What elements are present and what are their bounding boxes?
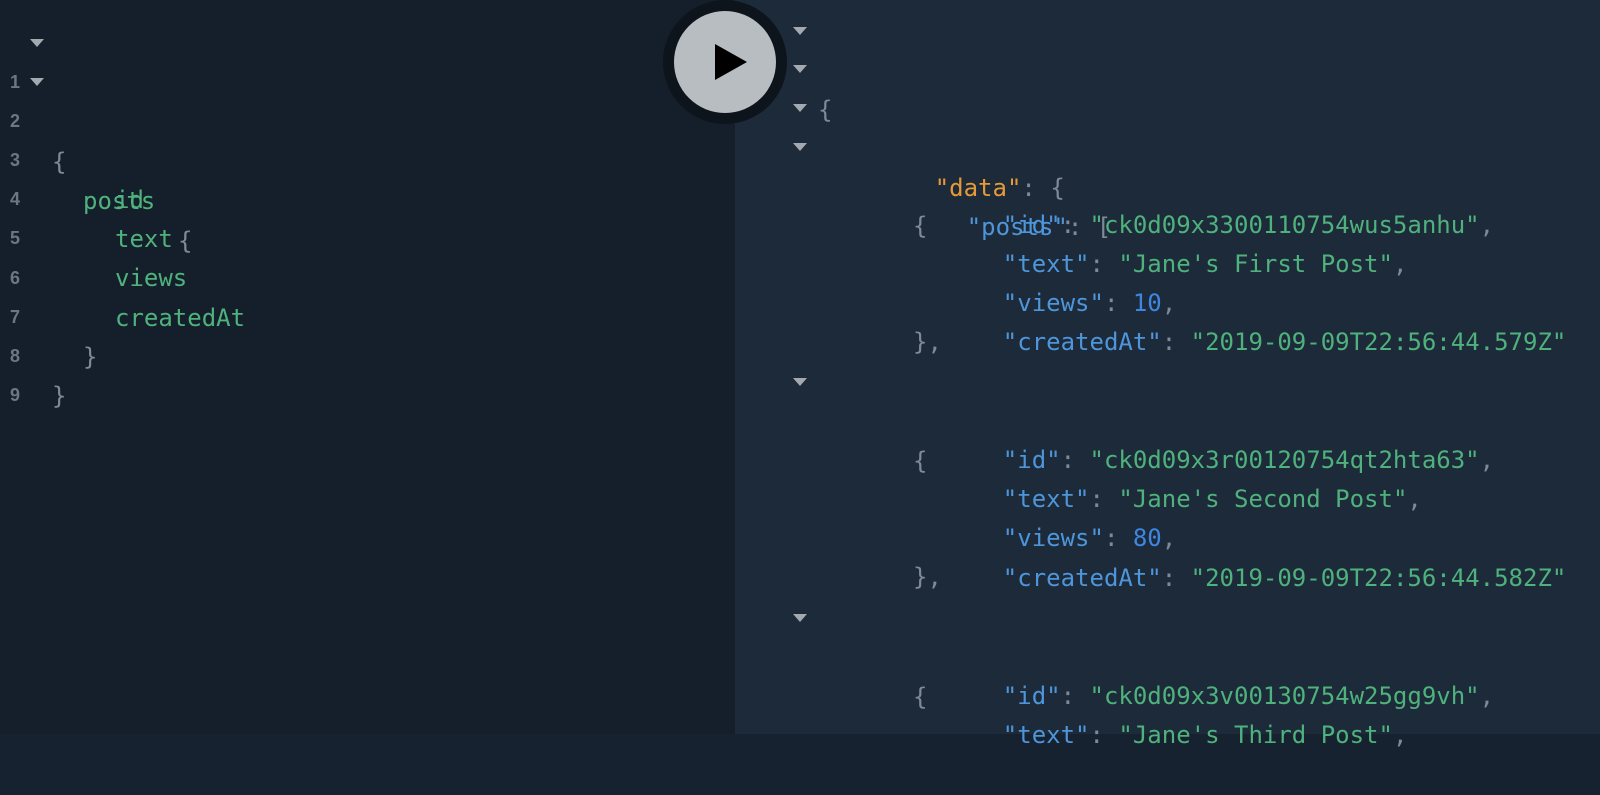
post-createdAt-line: "createdAt": "2019-09-09T22:56:44.582Z"	[945, 518, 1567, 592]
brace: {	[913, 683, 928, 711]
post-text-line: "text": "Jane's First Post",	[945, 204, 1408, 278]
result-line: "posts": [	[735, 87, 1600, 241]
result-line: {	[735, 10, 1600, 124]
fold-arrow-icon[interactable]	[30, 39, 44, 47]
post-id-line: "id": "ck0d09x3v00130754w25gg9vh",	[945, 636, 1494, 710]
post-views-line: "views": 80,	[945, 478, 1176, 552]
result-line: {	[735, 361, 1600, 475]
run-query-button[interactable]	[674, 11, 776, 113]
line-number: 9	[10, 385, 21, 405]
comma: ,	[1479, 682, 1495, 710]
colon: :	[1089, 721, 1119, 749]
result-line: {	[735, 597, 1600, 711]
fold-arrow-icon[interactable]	[793, 104, 807, 112]
editor-line[interactable]: 8 }	[0, 296, 700, 410]
editor-line[interactable]: 1 {	[0, 22, 700, 176]
post-text-line: "text": "Jane's Second Post",	[945, 439, 1422, 513]
post-id-line: "id": "ck0d09x3300110754wus5anhu",	[945, 165, 1494, 239]
comma: ,	[1407, 485, 1422, 513]
editor-line[interactable]: 3 id	[0, 100, 700, 214]
comma: ,	[1479, 211, 1495, 239]
fold-arrow-icon[interactable]	[793, 65, 807, 73]
brace: {	[913, 447, 928, 475]
colon: :	[1161, 328, 1191, 356]
post-createdAt-line: "createdAt": "2019-09-09T22:56:44.579Z"	[945, 282, 1567, 356]
object-close: },	[913, 563, 942, 591]
editor-line[interactable]: 7 }	[0, 257, 700, 371]
post-views-line: "views": 10,	[945, 243, 1176, 317]
result-line: {	[735, 126, 1600, 240]
key-createdAt: "createdAt"	[1002, 564, 1162, 592]
editor-line[interactable]: 4 text	[0, 139, 700, 253]
fold-arrow-icon[interactable]	[793, 143, 807, 151]
post-createdAt-value: "2019-09-09T22:56:44.582Z"	[1190, 564, 1567, 592]
play-icon	[715, 44, 747, 80]
editor-line[interactable]: 5 views	[0, 178, 700, 292]
fold-arrow-icon[interactable]	[793, 27, 807, 35]
fold-arrow-icon[interactable]	[793, 378, 807, 386]
colon: :	[1161, 564, 1191, 592]
post-id-line: "id": "ck0d09x3r00120754qt2hta63",	[945, 400, 1494, 474]
run-button-ring	[663, 0, 787, 124]
result-viewer[interactable]: { "data": { "posts": [ { "id": "ck0d09x3…	[735, 0, 1600, 749]
brace: {	[913, 212, 928, 240]
comma: ,	[1392, 250, 1408, 278]
object-close: },	[913, 328, 942, 356]
fold-arrow-icon[interactable]	[30, 78, 44, 86]
key-createdAt: "createdAt"	[1002, 328, 1162, 356]
result-line: "data": {	[735, 48, 1600, 202]
editor-line[interactable]: 2 posts {	[0, 61, 700, 255]
post-createdAt-value: "2019-09-09T22:56:44.579Z"	[1190, 328, 1567, 356]
comma: ,	[1392, 721, 1408, 749]
comma: ,	[1479, 446, 1495, 474]
post-text-value: "Jane's Third Post"	[1118, 721, 1393, 749]
fold-arrow-icon[interactable]	[793, 614, 807, 622]
post-text-line: "text": "Jane's Third Post",	[945, 675, 1408, 749]
editor-line[interactable]: 6 createdAt	[0, 218, 700, 332]
editor-line[interactable]: 9	[0, 335, 700, 405]
query-editor[interactable]: 1 { 2 posts { 3 id 4 text 5 views 6 crea…	[0, 0, 735, 734]
key-text: "text"	[1002, 721, 1090, 749]
